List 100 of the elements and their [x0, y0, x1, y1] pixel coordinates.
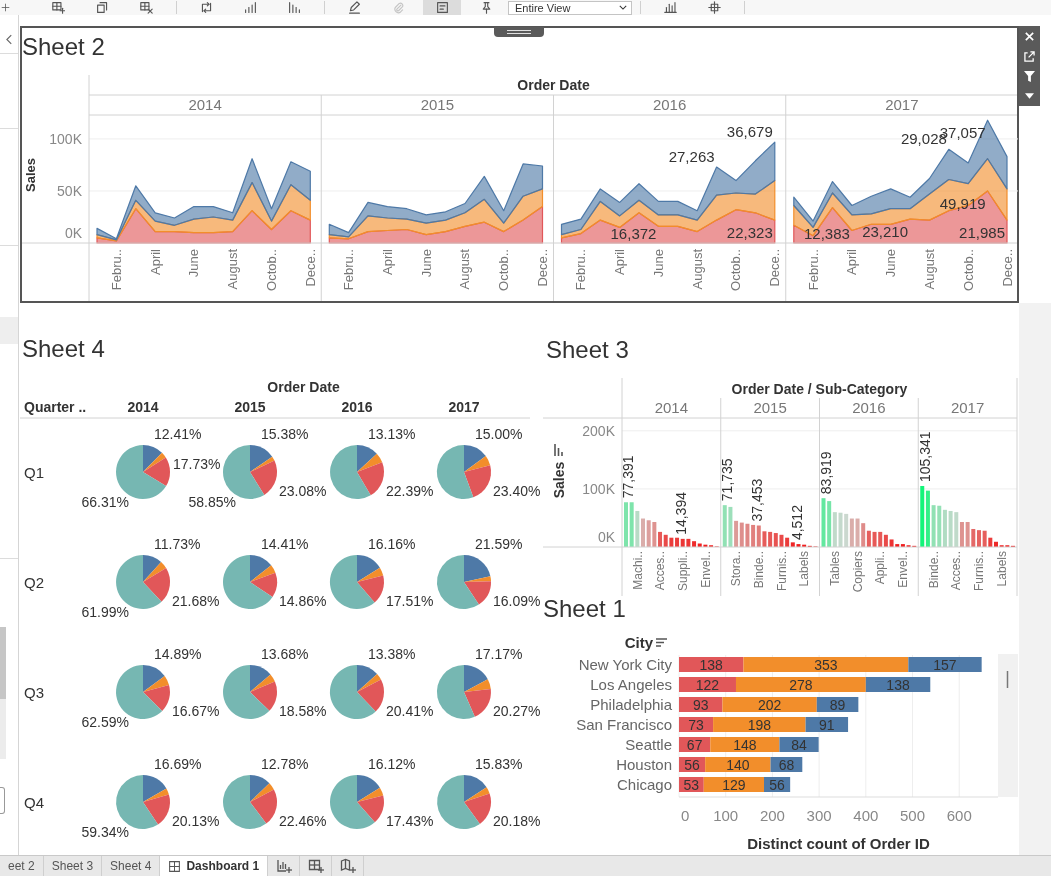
axis-tick-label: April: [379, 249, 395, 275]
data-label: 198: [747, 716, 771, 733]
axis-tick-label: August: [689, 249, 705, 290]
percent-label: 20.18%: [493, 813, 541, 829]
axis-tick-label: Febru..: [805, 249, 821, 291]
axis-tick-label: 200: [759, 807, 785, 824]
data-label: 278: [789, 676, 813, 693]
sheet-title: Sheet 2: [22, 33, 105, 61]
year-header: 2016: [652, 96, 687, 113]
percent-label: 21.59%: [475, 536, 523, 552]
data-label: 56: [769, 776, 785, 793]
percent-label: 20.13%: [172, 813, 220, 829]
percent-label: 21.68%: [172, 593, 220, 609]
percent-label: 23.40%: [493, 483, 541, 499]
quarter-label: Q3: [24, 684, 44, 701]
data-label: 36,679: [726, 123, 773, 141]
data-label: 12,383: [804, 225, 850, 242]
axis-tick-label: Febru..: [573, 249, 589, 291]
axis-tick-label: Febru..: [341, 249, 357, 291]
data-label: 27,263: [668, 148, 715, 166]
quarter-label: Q1: [24, 464, 44, 481]
axis-tick-label: Octob..: [960, 249, 976, 291]
percent-label: 66.31%: [81, 494, 129, 510]
category-label: Houston: [616, 755, 672, 773]
axis-tick-label: April: [147, 249, 163, 275]
axis-title: Sales: [551, 461, 567, 499]
axis-tick-label: 400: [853, 807, 879, 824]
percent-label: 17.51%: [386, 593, 434, 609]
category-label: San Francisco: [576, 715, 672, 733]
axis-tick-label: Suppli..: [675, 551, 690, 592]
percent-label: 11.73%: [154, 536, 201, 552]
sheet-title: Sheet 4: [22, 335, 105, 363]
column-header: Order Date / Sub-Category: [731, 381, 908, 397]
axis-tick-label: Acces..: [949, 551, 964, 591]
axis-tick-label: Dece..: [999, 249, 1015, 287]
percent-label: 13.68%: [261, 646, 309, 662]
data-label: 68: [778, 756, 795, 773]
data-label: 140: [726, 756, 750, 773]
axis-tick-label: Envel..: [896, 551, 911, 588]
axis-tick-label: Dece..: [767, 249, 783, 287]
axis-tick-label: Machi..: [630, 551, 645, 590]
data-label: 4,512: [789, 505, 805, 541]
axis-tick-label: August: [921, 249, 937, 290]
data-label: 53: [683, 776, 700, 793]
percent-label: 18.58%: [279, 703, 327, 719]
data-label: 138: [886, 676, 910, 693]
percent-label: 15.00%: [475, 426, 523, 442]
percent-label: 13.13%: [368, 426, 416, 442]
percent-label: 14.41%: [261, 536, 309, 552]
data-label: 37,453: [749, 478, 766, 522]
percent-label: 16.16%: [368, 536, 416, 552]
category-label: Chicago: [616, 775, 672, 793]
axis-tick-label: Binde..: [926, 551, 941, 589]
column-header: Order Date: [267, 379, 340, 395]
axis-tick-label: Appli..: [873, 551, 888, 585]
row-header: Quarter ..: [24, 399, 87, 415]
axis-tick-label: Octob..: [728, 249, 744, 291]
percent-label: 14.86%: [279, 593, 327, 609]
axis-tick-label: 0K: [597, 529, 615, 545]
axis-tick-label: August: [225, 249, 241, 290]
data-label: 73: [688, 716, 704, 733]
column-header: Order Date: [517, 77, 590, 93]
data-label: 56: [684, 756, 700, 773]
data-label: 93: [692, 696, 709, 713]
axis-tick-label: 100K: [49, 130, 82, 147]
year-header: 2015: [753, 399, 787, 416]
axis-tick-label: Labels: [994, 551, 1009, 587]
percent-label: 62.59%: [81, 714, 129, 730]
axis-tick-label: 50K: [57, 182, 82, 199]
axis-tick-label: 0: [681, 807, 690, 824]
category-label: Seattle: [625, 735, 672, 753]
data-label: 105,341: [916, 431, 933, 482]
percent-label: 20.27%: [493, 703, 541, 719]
axis-title: Sales: [23, 158, 38, 192]
year-header: 2015: [420, 96, 455, 113]
percent-label: 17.43%: [386, 813, 434, 829]
data-label: 14,394: [673, 492, 690, 535]
axis-tick-label: Octob..: [496, 249, 512, 291]
data-label: 138: [699, 656, 723, 673]
data-label: 21,985: [959, 224, 1005, 242]
data-label: 67: [686, 736, 703, 753]
year-header: 2016: [852, 399, 886, 416]
percent-label: 23.08%: [279, 483, 327, 499]
axis-tick-label: Binde..: [752, 551, 766, 589]
data-label: 148: [733, 736, 757, 753]
axis-tick-label: Furnis..: [774, 551, 789, 591]
axis-tick-label: 100K: [582, 480, 615, 497]
axis-tick-label: June: [418, 249, 434, 278]
axis-tick-label: 200K: [582, 422, 615, 439]
year-header: 2017: [448, 399, 480, 415]
data-label: 129: [722, 776, 746, 793]
percent-label: 12.41%: [154, 426, 202, 442]
percent-label: 20.41%: [386, 703, 434, 719]
data-label: 23,210: [862, 223, 909, 241]
data-label: 91: [819, 716, 835, 733]
sheet-title: Sheet 3: [546, 336, 629, 364]
percent-label: 16.09%: [493, 593, 541, 609]
percent-label: 12.78%: [261, 756, 309, 772]
data-label: 49,919: [939, 194, 986, 212]
year-header: 2015: [234, 399, 266, 415]
